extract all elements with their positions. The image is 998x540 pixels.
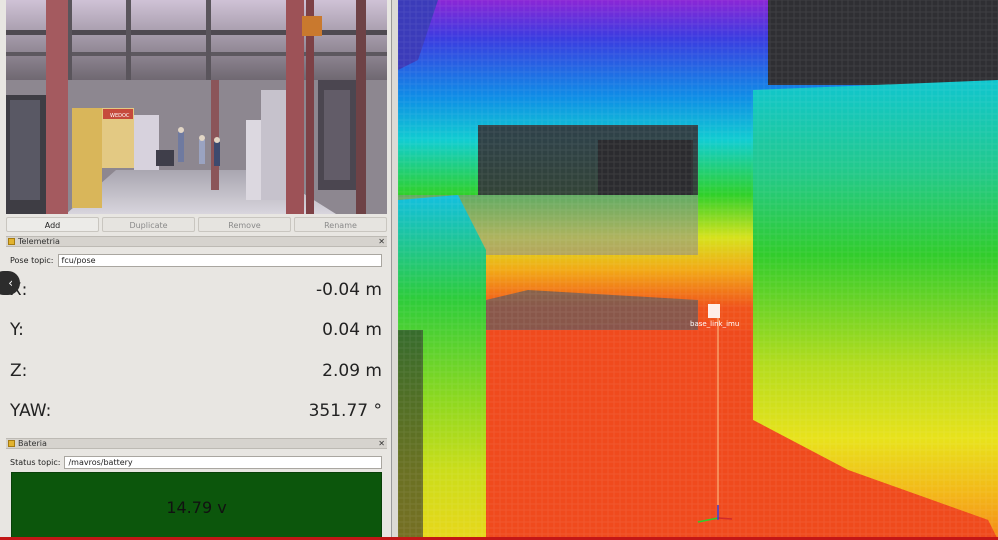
z-value: 2.09 m bbox=[322, 361, 382, 381]
x-value: -0.04 m bbox=[316, 280, 382, 300]
telemetria-title-bar[interactable]: Telemetria ✕ bbox=[6, 236, 387, 247]
telemetry-row-y: Y: 0.04 m bbox=[10, 320, 382, 344]
pose-topic-input[interactable]: fcu/pose bbox=[57, 253, 382, 267]
status-topic-input[interactable]: /mavros/battery bbox=[64, 455, 382, 469]
tf-frame-label: base_link_imu bbox=[690, 320, 740, 328]
pose-topic-label: Pose topic: bbox=[10, 255, 54, 265]
panel-icon bbox=[8, 238, 15, 245]
battery-indicator: 14.79 v bbox=[11, 472, 382, 540]
telemetry-row-z: Z: 2.09 m bbox=[10, 361, 382, 385]
close-icon[interactable]: ✕ bbox=[378, 237, 385, 247]
rviz-window: WEDOC Add Duplicate Remove Rename Teleme… bbox=[0, 0, 998, 540]
telemetry-row-yaw: YAW: 351.77 ° bbox=[10, 401, 382, 425]
status-topic-label: Status topic: bbox=[10, 457, 61, 467]
duplicate-button[interactable]: Duplicate bbox=[102, 217, 195, 232]
z-label: Z: bbox=[10, 361, 28, 381]
telemetry-row-x: X: -0.04 m bbox=[10, 280, 382, 304]
yaw-label: YAW: bbox=[10, 401, 52, 421]
pose-topic-row: Pose topic: fcu/pose bbox=[10, 253, 382, 267]
status-topic-row: Status topic: /mavros/battery bbox=[10, 455, 382, 469]
yaw-value: 351.77 ° bbox=[308, 401, 382, 421]
rename-button[interactable]: Rename bbox=[294, 217, 387, 232]
close-icon[interactable]: ✕ bbox=[378, 439, 385, 449]
camera-toolbar: Add Duplicate Remove Rename bbox=[6, 217, 387, 232]
telemetria-title: Telemetria bbox=[18, 237, 60, 246]
camera-sign: WEDOC bbox=[110, 113, 130, 119]
3d-view[interactable]: base_link_imu bbox=[398, 0, 998, 540]
remove-button[interactable]: Remove bbox=[198, 217, 291, 232]
camera-feed: WEDOC bbox=[6, 0, 387, 214]
bateria-title: Bateria bbox=[18, 439, 47, 448]
y-label: Y: bbox=[10, 320, 24, 340]
y-value: 0.04 m bbox=[322, 320, 382, 340]
panel-icon bbox=[8, 440, 15, 447]
left-panel: WEDOC Add Duplicate Remove Rename Teleme… bbox=[0, 0, 392, 540]
bateria-title-bar[interactable]: Bateria ✕ bbox=[6, 438, 387, 449]
battery-voltage: 14.79 v bbox=[166, 498, 227, 517]
add-button[interactable]: Add bbox=[6, 217, 99, 232]
